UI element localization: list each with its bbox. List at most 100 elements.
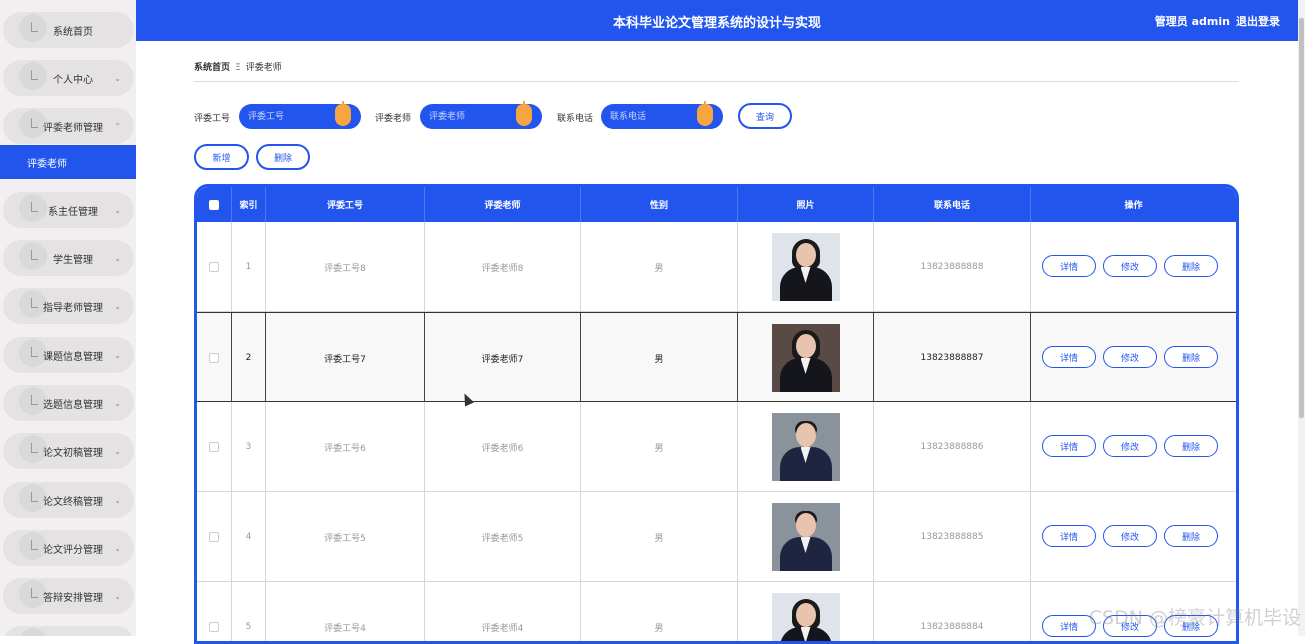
cell-index: 4 bbox=[232, 492, 266, 582]
sidebar-item-label: 学生管理 bbox=[53, 251, 114, 266]
sidebar-item-label: 论文终稿管理 bbox=[43, 493, 114, 508]
sidebar-item-advisors[interactable]: 指导老师管理 ⌄ bbox=[3, 288, 134, 324]
add-button[interactable]: 新增 bbox=[194, 144, 249, 170]
breadcrumb-separator-icon: Ξ bbox=[235, 63, 241, 73]
sidebar-item-draft[interactable]: 论文初稿管理 ⌄ bbox=[3, 433, 134, 469]
female-portrait-image[interactable] bbox=[772, 593, 840, 644]
search-judge-id-label: 评委工号 bbox=[194, 111, 230, 124]
delete-button[interactable]: 删除 bbox=[1164, 435, 1218, 457]
chevron-down-icon: ⌄ bbox=[114, 302, 121, 311]
breadcrumb-home[interactable]: 系统首页 bbox=[194, 63, 230, 73]
col-header-photo: 照片 bbox=[738, 187, 874, 222]
row-checkbox[interactable] bbox=[209, 622, 219, 632]
sidebar-item-home[interactable]: 系统首页 bbox=[3, 12, 134, 48]
delete-button[interactable]: 删除 bbox=[1164, 525, 1218, 547]
row-checkbox[interactable] bbox=[209, 532, 219, 542]
sidebar-item-label: 系主任管理 bbox=[48, 203, 114, 218]
detail-button[interactable]: 详情 bbox=[1042, 435, 1096, 457]
table-row[interactable]: 2评委工号7评委老师7男13823888887详情修改删除 bbox=[197, 312, 1236, 402]
delete-button[interactable]: 删除 bbox=[1164, 255, 1218, 277]
detail-button[interactable]: 详情 bbox=[1042, 525, 1096, 547]
input-knob-icon bbox=[335, 104, 351, 126]
sidebar-item-final[interactable]: 论文终稿管理 ⌄ bbox=[3, 482, 134, 518]
cell-judge-id: 评委工号7 bbox=[266, 313, 425, 403]
sidebar-item-dept-head[interactable]: 系主任管理 ⌄ bbox=[3, 192, 134, 228]
sidebar-subitem-judge-teacher[interactable]: 评委老师 bbox=[0, 145, 136, 179]
edit-button[interactable]: 修改 bbox=[1103, 525, 1157, 547]
watermark: CSDN @榜豪计算机毕设 bbox=[1089, 603, 1301, 630]
cell-phone: 13823888884 bbox=[874, 582, 1031, 644]
cell-judge-name: 评委老师7 bbox=[425, 313, 581, 403]
col-header-judge-name: 评委老师 bbox=[425, 187, 581, 222]
detail-button[interactable]: 详情 bbox=[1042, 346, 1096, 368]
query-button[interactable]: 查询 bbox=[738, 103, 792, 129]
current-user: 管理员 admin bbox=[1155, 13, 1230, 29]
sidebar-item-defense[interactable]: 答辩安排管理 ⌄ bbox=[3, 578, 134, 614]
batch-delete-button[interactable]: 删除 bbox=[256, 144, 310, 170]
table-row[interactable]: 4评委工号5评委老师5男13823888885详情修改删除 bbox=[197, 492, 1236, 582]
cell-actions: 详情修改删除 bbox=[1031, 492, 1236, 582]
male-portrait-image[interactable] bbox=[772, 413, 840, 481]
top-header: 本科毕业论文管理系统的设计与实现 管理员 admin 退出登录 bbox=[136, 0, 1298, 41]
search-judge-name-label: 评委老师 bbox=[375, 111, 411, 124]
sidebar-item-topics[interactable]: 课题信息管理 ⌄ bbox=[3, 337, 134, 373]
sidebar-item-students[interactable]: 学生管理 ⌄ bbox=[3, 240, 134, 276]
cell-gender: 男 bbox=[581, 313, 738, 403]
sidebar-item-judges[interactable]: 评委老师管理 ⌃ bbox=[3, 108, 134, 144]
col-header-index: 索引 bbox=[232, 187, 266, 222]
scrollbar-thumb[interactable] bbox=[1299, 18, 1304, 418]
edit-button[interactable]: 修改 bbox=[1103, 435, 1157, 457]
menu-icon bbox=[19, 62, 47, 90]
female-portrait-image[interactable] bbox=[772, 324, 840, 392]
cell-gender: 男 bbox=[581, 492, 738, 582]
row-checkbox[interactable] bbox=[209, 353, 219, 363]
row-checkbox[interactable] bbox=[209, 262, 219, 272]
cell-select bbox=[197, 582, 232, 644]
edit-button[interactable]: 修改 bbox=[1103, 346, 1157, 368]
male-portrait-image[interactable] bbox=[772, 503, 840, 571]
detail-button[interactable]: 详情 bbox=[1042, 255, 1096, 277]
table-row[interactable]: 3评委工号6评委老师6男13823888886详情修改删除 bbox=[197, 402, 1236, 492]
delete-button[interactable]: 删除 bbox=[1164, 346, 1218, 368]
sidebar-item-scores[interactable]: 论文评分管理 ⌄ bbox=[3, 530, 134, 566]
edit-button[interactable]: 修改 bbox=[1103, 255, 1157, 277]
sidebar-item-more[interactable] bbox=[3, 626, 134, 636]
input-knob-icon bbox=[697, 104, 713, 126]
sidebar-item-topic-selection[interactable]: 选题信息管理 ⌄ bbox=[3, 385, 134, 421]
cell-actions: 详情修改删除 bbox=[1031, 222, 1236, 312]
cell-photo bbox=[738, 222, 874, 312]
search-phone-label: 联系电话 bbox=[557, 111, 593, 124]
judges-table: 索引 评委工号 评委老师 性别 照片 联系电话 操作 1评委工号8评委老师8男1… bbox=[194, 184, 1239, 644]
menu-icon bbox=[19, 242, 47, 270]
cell-judge-id: 评委工号5 bbox=[266, 492, 425, 582]
col-header-phone: 联系电话 bbox=[874, 187, 1031, 222]
cell-index: 5 bbox=[232, 582, 266, 644]
breadcrumb: 系统首页 Ξ 评委老师 bbox=[194, 60, 282, 73]
row-checkbox[interactable] bbox=[209, 442, 219, 452]
cell-phone: 13823888886 bbox=[874, 402, 1031, 492]
cell-select bbox=[197, 313, 232, 403]
chevron-down-icon: ⌄ bbox=[114, 74, 121, 83]
cell-index: 2 bbox=[232, 313, 266, 403]
breadcrumb-current: 评委老师 bbox=[246, 63, 282, 73]
col-header-actions: 操作 bbox=[1031, 187, 1236, 222]
cell-gender: 男 bbox=[581, 582, 738, 644]
menu-icon bbox=[19, 628, 47, 636]
cell-select bbox=[197, 492, 232, 582]
table-row[interactable]: 5评委工号4评委老师4男13823888884详情修改删除 bbox=[197, 582, 1236, 644]
chevron-down-icon: ⌄ bbox=[114, 399, 121, 408]
select-all-checkbox[interactable] bbox=[209, 200, 219, 210]
chevron-down-icon: ⌄ bbox=[114, 447, 121, 456]
chevron-down-icon: ⌄ bbox=[114, 544, 121, 553]
sidebar-item-label: 个人中心 bbox=[53, 71, 114, 86]
sidebar-item-profile[interactable]: 个人中心 ⌄ bbox=[3, 60, 134, 96]
cell-judge-id: 评委工号4 bbox=[266, 582, 425, 644]
cell-photo bbox=[738, 313, 874, 403]
sidebar: 系统首页 个人中心 ⌄ 评委老师管理 ⌃ 评委老师 系主任管理 ⌄ 学生管理 ⌄… bbox=[0, 0, 136, 636]
female-portrait-image[interactable] bbox=[772, 233, 840, 301]
page-scrollbar[interactable] bbox=[1298, 0, 1305, 636]
menu-icon bbox=[19, 14, 47, 42]
table-row[interactable]: 1评委工号8评委老师8男13823888888详情修改删除 bbox=[197, 222, 1236, 312]
chevron-down-icon: ⌄ bbox=[114, 496, 121, 505]
logout-link[interactable]: 退出登录 bbox=[1236, 13, 1280, 29]
